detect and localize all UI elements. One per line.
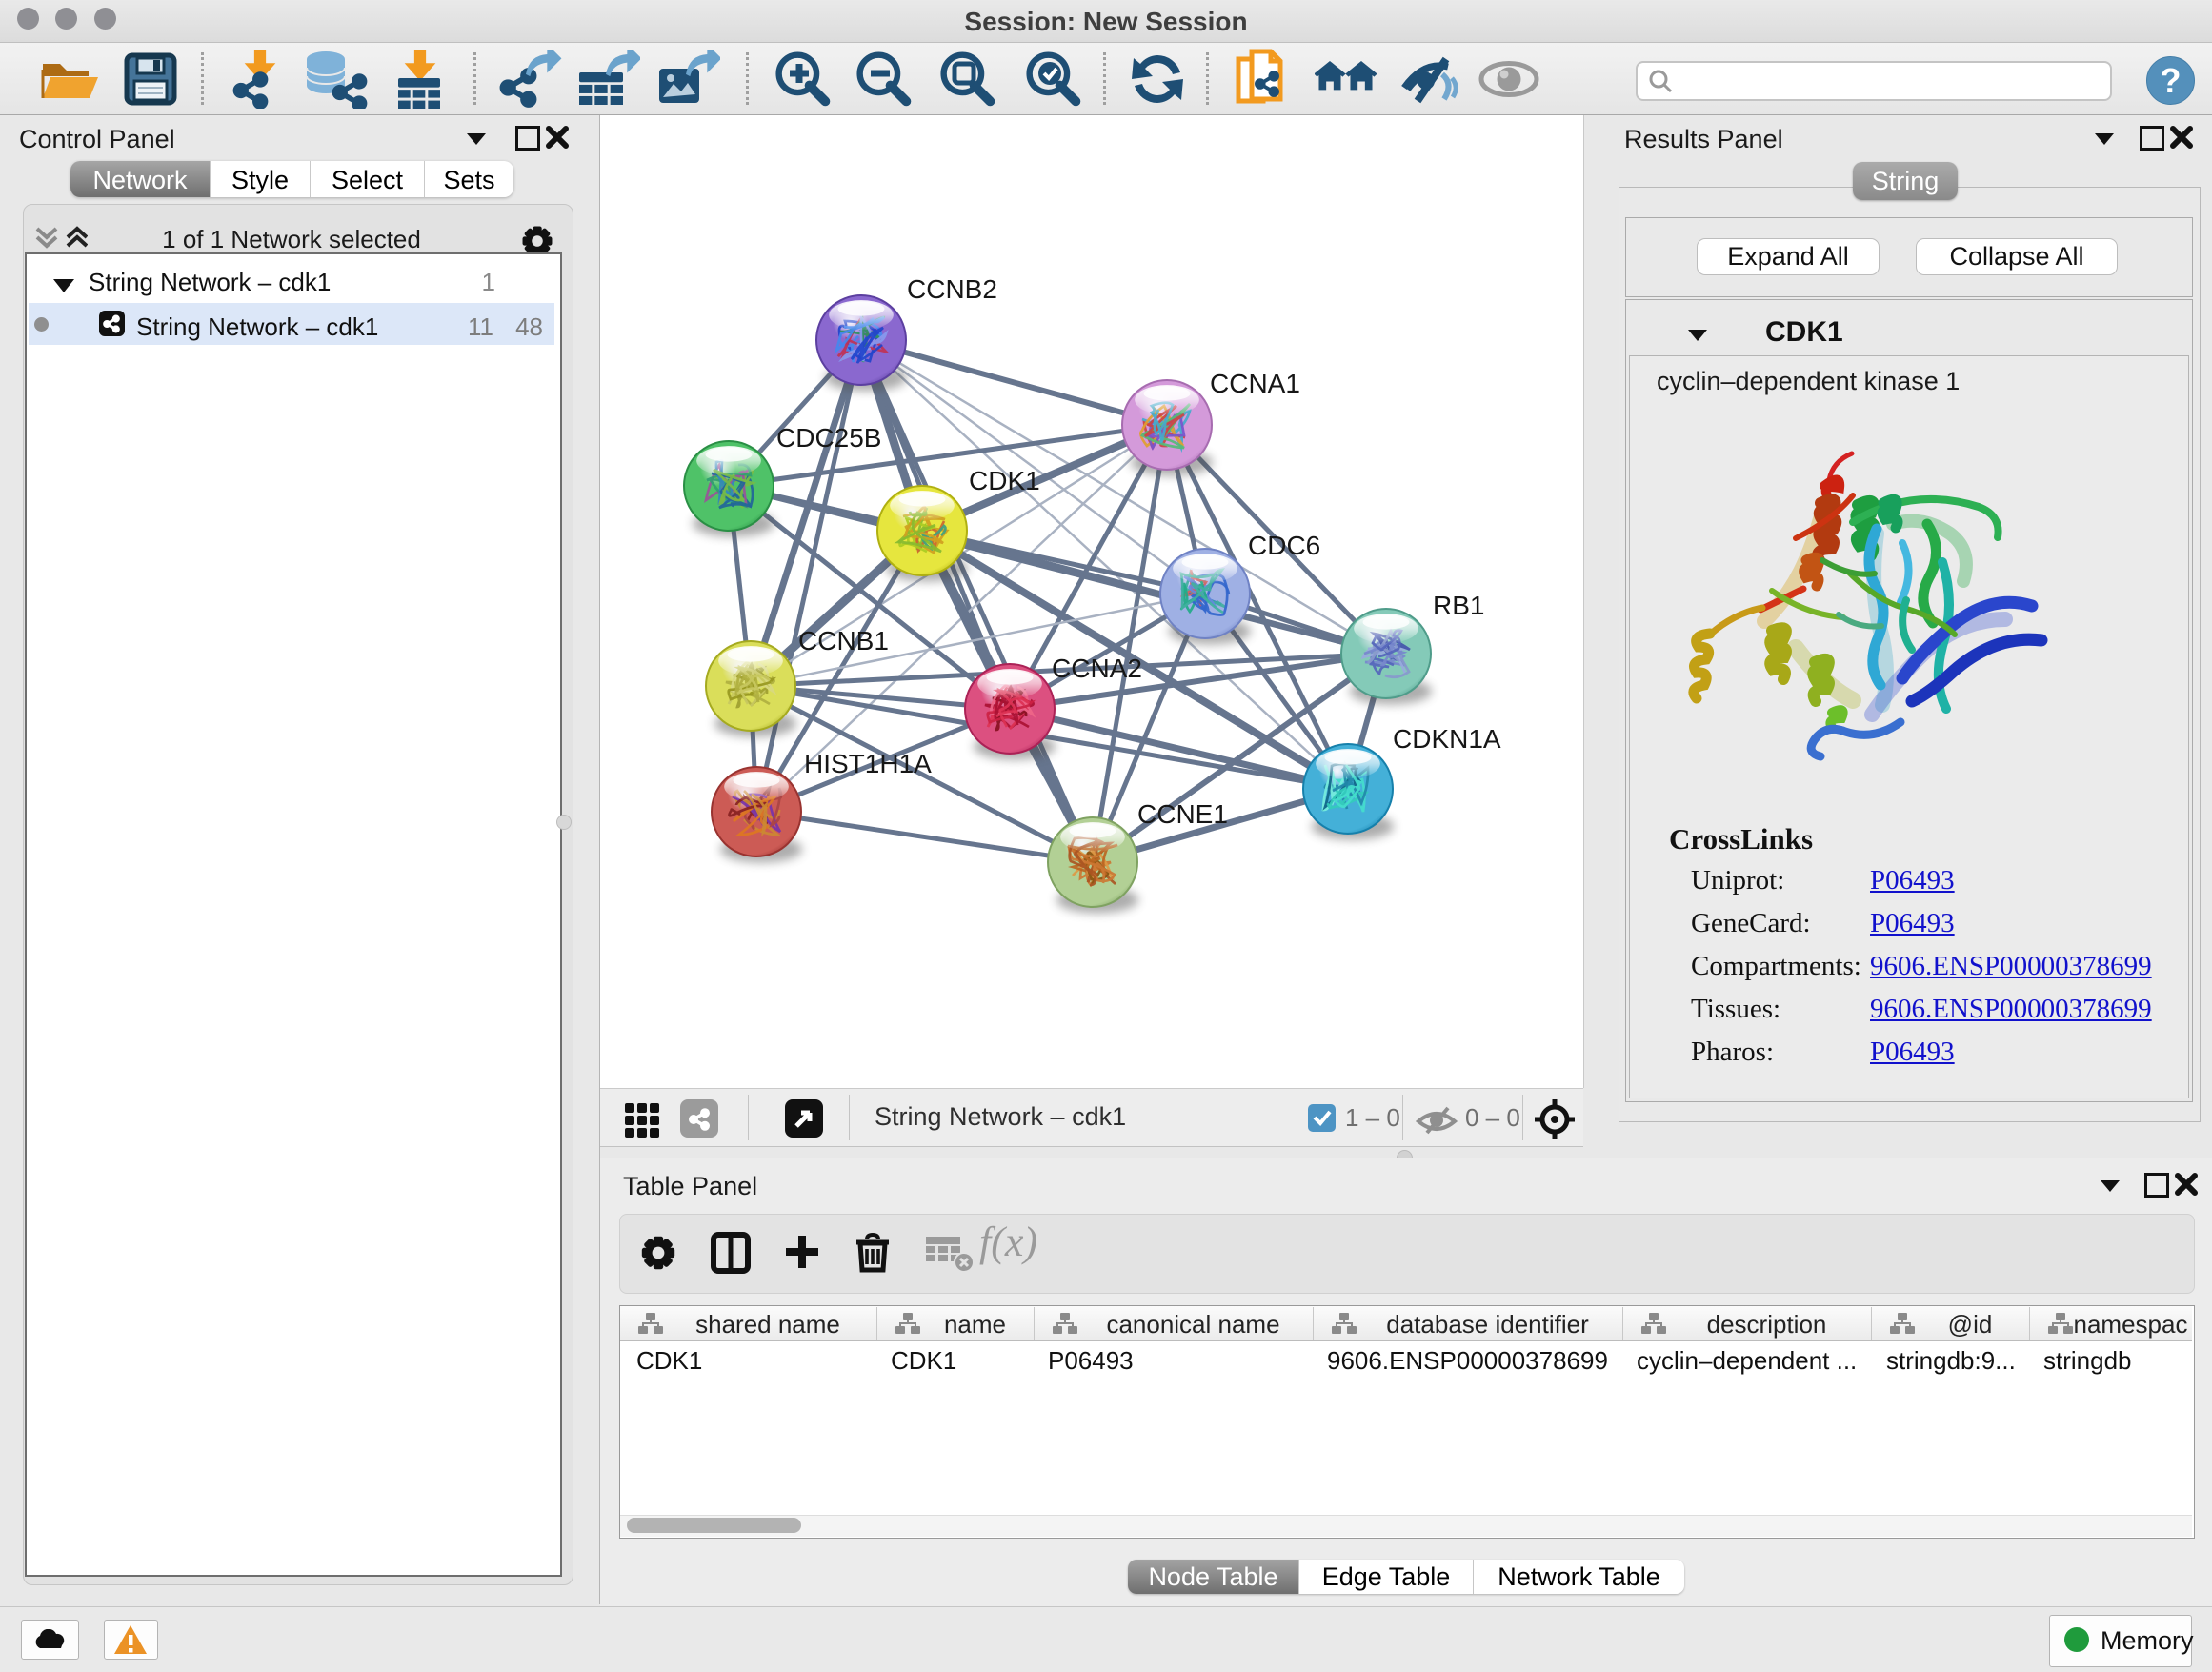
svg-text:CCNE1: CCNE1 bbox=[1137, 799, 1228, 829]
svg-text:CDKN1A: CDKN1A bbox=[1393, 724, 1501, 754]
svg-text:CCNA2: CCNA2 bbox=[1052, 654, 1142, 683]
svg-text:RB1: RB1 bbox=[1433, 591, 1484, 620]
svg-text:CCNB1: CCNB1 bbox=[798, 626, 889, 655]
svg-text:CDC25B: CDC25B bbox=[776, 423, 881, 453]
svg-text:CCNB2: CCNB2 bbox=[907, 274, 997, 304]
svg-text:CDK1: CDK1 bbox=[969, 466, 1040, 495]
svg-text:CDC6: CDC6 bbox=[1248, 531, 1320, 560]
svg-text:HIST1H1A: HIST1H1A bbox=[804, 749, 932, 778]
svg-text:CCNA1: CCNA1 bbox=[1210, 369, 1300, 398]
